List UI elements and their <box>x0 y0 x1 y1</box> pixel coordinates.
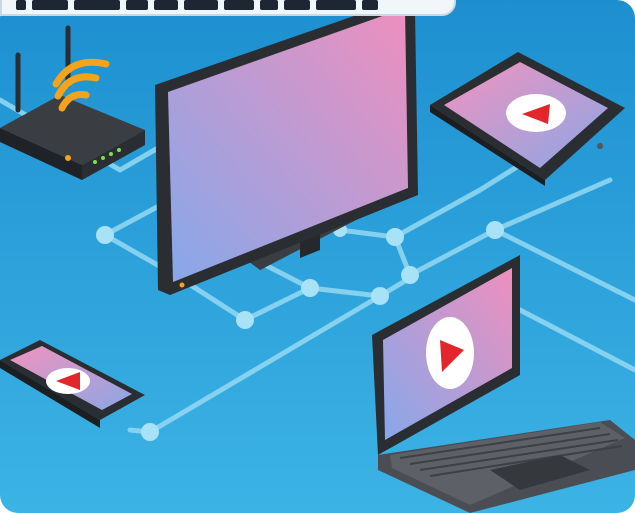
caption-strip <box>0 0 456 16</box>
cropped-caption-glyphs <box>16 0 378 10</box>
illustration-canvas <box>0 0 635 513</box>
illustration <box>0 0 635 513</box>
